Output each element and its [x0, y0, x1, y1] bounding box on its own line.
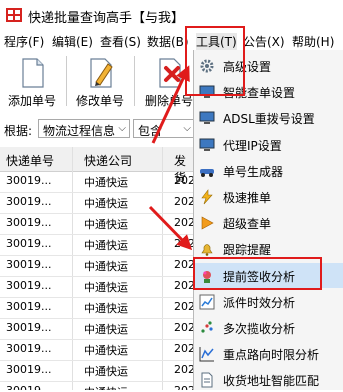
menu-item-12[interactable]: 重点路向时限分析	[194, 341, 343, 366]
menu-item-4[interactable]: 代理IP设置	[194, 132, 343, 157]
menu-item-7[interactable]: 超级查单	[194, 210, 343, 235]
menu-item-11[interactable]: 多次揽收分析	[194, 315, 343, 340]
menu-item-label: 跟踪提醒	[223, 243, 272, 258]
menu-item-label: 多次揽收分析	[223, 322, 296, 336]
menu-item-label: 代理IP设置	[223, 138, 282, 153]
bell-icon	[201, 244, 213, 257]
document-icon	[201, 372, 213, 388]
monitor-icon	[199, 111, 215, 125]
graph-icon	[199, 347, 214, 362]
menu-item-label: 单号生成器	[223, 164, 284, 179]
menu-item-13[interactable]: 收货地址智能匹配	[194, 367, 343, 392]
arrow-to-menu-item	[148, 205, 193, 251]
chart-icon	[199, 294, 215, 310]
menu-item-label: ADSL重拨号设置	[223, 112, 315, 127]
menu-item-10[interactable]: 派件时效分析	[194, 289, 343, 314]
tools-menu-highlight	[185, 26, 245, 96]
menu-item-label: 收货地址智能匹配	[223, 374, 320, 389]
tools-dropdown-menu: 高级设置 智能查单设置 ADSL重拨号设置 代理IP设置 单号生成器 极速推单 超级查单 跟踪…	[193, 50, 343, 390]
menu-item-label: 重点路向时限分析	[223, 348, 320, 363]
play-icon	[201, 216, 214, 230]
menu-item-6[interactable]: 极速推单	[194, 184, 343, 209]
menu-item-label: 极速推单	[223, 191, 272, 205]
menu-item-highlight	[193, 257, 322, 290]
menu-item-label: 派件时效分析	[223, 295, 296, 310]
menu-item-label: 超级查单	[223, 217, 272, 232]
car-icon	[200, 168, 214, 177]
menu-item-3[interactable]: ADSL重拨号设置	[194, 105, 343, 130]
arrow-to-tools-menu	[151, 65, 190, 144]
menu-item-5[interactable]: 单号生成器	[194, 158, 343, 183]
lightning-icon	[201, 189, 213, 205]
monitor-icon	[199, 138, 215, 151]
scatter-icon	[201, 321, 213, 333]
